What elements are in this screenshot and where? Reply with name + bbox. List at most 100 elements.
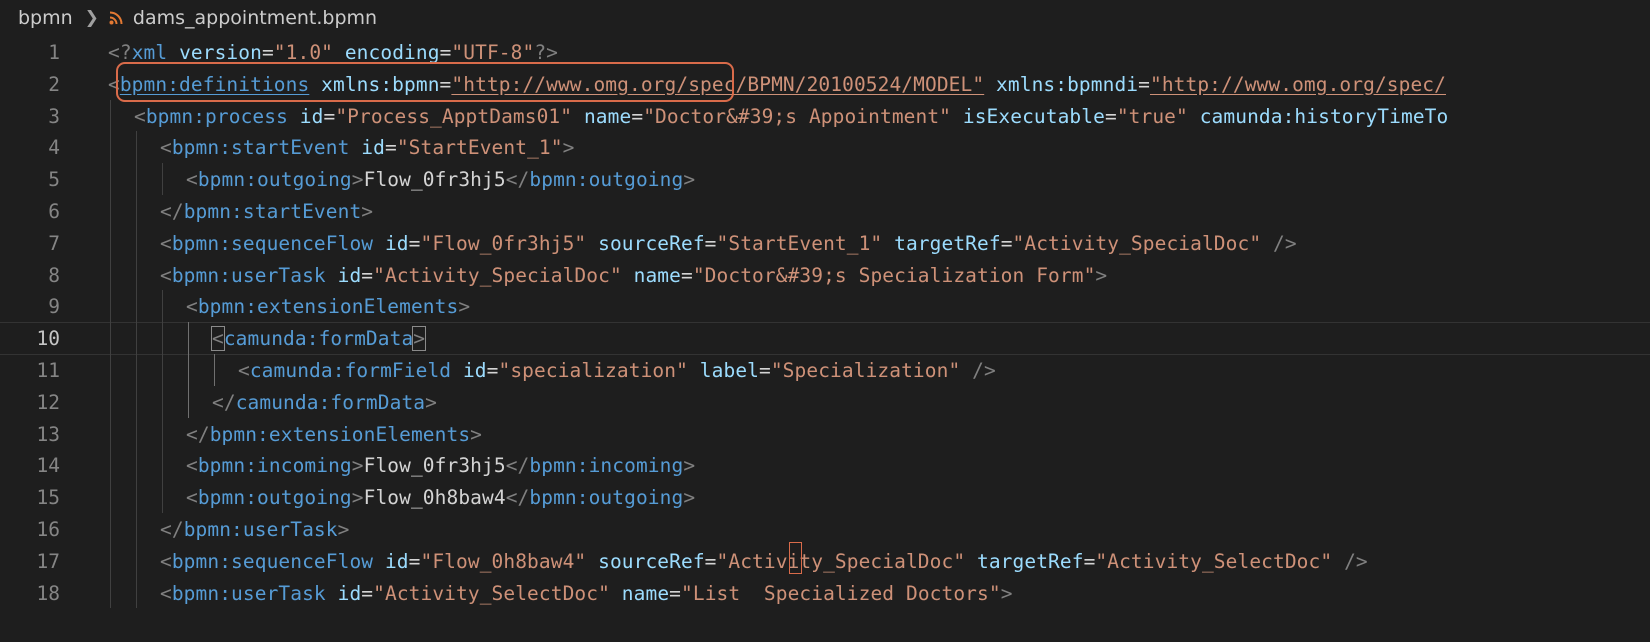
code-token: xml — [131, 41, 168, 64]
indent-guide — [136, 163, 137, 195]
indent-guide — [162, 322, 163, 354]
indent-guide — [110, 513, 111, 545]
code-token: id — [337, 581, 362, 605]
indent-guide — [136, 258, 137, 291]
code-token: = — [704, 231, 717, 255]
code-token: sourceRef — [598, 231, 705, 255]
line-number: 18 — [36, 581, 60, 605]
code-token: > — [458, 295, 471, 319]
code-token: name — [621, 581, 670, 605]
code-line[interactable]: 16 </bpmn:userTask> — [0, 513, 1650, 546]
code-text: </camunda:formData> — [212, 391, 437, 414]
code-line[interactable]: 4 <bpmn:startEvent id="StartEvent_1"> — [0, 131, 1650, 164]
code-token: id — [462, 359, 487, 382]
code-token: "http://www.omg.org/spec/ — [1149, 72, 1446, 96]
indent-guide — [162, 481, 163, 513]
code-token: > — [562, 136, 575, 160]
code-text: <bpmn:process id="Process_ApptDams01" na… — [134, 105, 1448, 128]
code-text: <camunda:formField id="specialization" l… — [238, 359, 996, 382]
code-token: <? — [108, 41, 132, 64]
code-line[interactable]: 12 </camunda:formData> — [0, 386, 1650, 419]
code-token: = — [408, 549, 421, 573]
breadcrumb-file[interactable]: dams_appointment.bpmn — [133, 7, 377, 29]
code-token: "StartEvent_1" — [396, 136, 563, 160]
code-token: bpmn:userTask — [171, 581, 326, 605]
code-editor[interactable]: 1 <?xml version="1.0" encoding="UTF-8"?> 2… — [0, 36, 1650, 642]
code-token: < — [186, 454, 198, 478]
line-number: 6 — [48, 200, 60, 223]
line-number: 16 — [36, 518, 60, 541]
code-token: "Activity_SpecialDoc" — [373, 263, 622, 287]
code-line[interactable]: 5 <bpmn:outgoing>Flow_0fr3hj5</bpmn:outgo… — [0, 163, 1650, 196]
code-token: "Activity_SpecialDoc" — [716, 549, 966, 573]
indent-guide — [162, 290, 163, 323]
code-token: sourceRef — [598, 549, 705, 573]
code-token: /> — [1344, 549, 1368, 573]
code-token: version — [179, 41, 262, 64]
indent-guide — [136, 576, 137, 609]
code-text: <camunda:formData> — [211, 326, 427, 352]
indent-guide — [188, 322, 189, 354]
code-token: "true" — [1116, 104, 1188, 128]
code-text: <bpmn:userTask id="Activity_SpecialDoc" … — [160, 264, 1107, 287]
indent-guide — [136, 385, 137, 418]
code-line[interactable]: 3 <bpmn:process id="Process_ApptDams01" n… — [0, 100, 1650, 133]
indent-guide — [110, 99, 111, 132]
code-token: = — [408, 231, 421, 255]
indent-guide — [110, 354, 111, 386]
code-text: <bpmn:sequenceFlow id="Flow_0fr3hj5" sou… — [160, 232, 1297, 255]
code-token: > — [683, 454, 696, 478]
code-line[interactable]: 7 <bpmn:sequenceFlow id="Flow_0fr3hj5" so… — [0, 227, 1650, 260]
code-token: > — [425, 390, 437, 414]
line-number: 9 — [48, 295, 60, 319]
code-token: bpmn:outgoing — [529, 168, 684, 192]
code-token: Flow_0fr3hj5 — [363, 168, 506, 192]
code-line[interactable]: 17 <bpmn:sequenceFlow id="Flow_0h8baw4" s… — [0, 545, 1650, 578]
code-token: bpmn:incoming — [529, 454, 684, 478]
code-token: > — [361, 200, 374, 223]
code-line[interactable]: 9 <bpmn:extensionElements> — [0, 290, 1650, 323]
code-token: bpmn:incoming — [197, 454, 352, 478]
code-token: /> — [972, 359, 996, 382]
code-line[interactable]: 6 </bpmn:startEvent> — [0, 195, 1650, 228]
code-token: "List Specialized Doctors" — [681, 581, 1001, 605]
indent-guide — [188, 385, 189, 418]
indent-guide — [110, 131, 111, 164]
code-token: bpmn:userTask — [183, 518, 338, 541]
indent-guide — [110, 417, 111, 450]
line-number: 11 — [36, 359, 60, 382]
code-line[interactable]: 11 <camunda:formField id="specialization"… — [0, 354, 1650, 387]
code-token: = — [704, 549, 717, 573]
code-token: bpmn:process — [145, 104, 288, 128]
code-token: = — [681, 263, 693, 287]
code-text: </bpmn:extensionElements> — [186, 423, 482, 446]
code-token: > — [1095, 263, 1108, 287]
code-token: bpmn:sequenceFlow — [171, 549, 374, 573]
code-token: > — [683, 168, 696, 192]
code-token: bpmn:startEvent — [171, 136, 350, 160]
code-line[interactable]: 18 <bpmn:userTask id="Activity_SelectDoc"… — [0, 577, 1650, 610]
code-token: < — [160, 231, 172, 255]
indent-guide — [110, 449, 111, 482]
code-line[interactable]: 14 <bpmn:incoming>Flow_0fr3hj5</bpmn:inco… — [0, 449, 1650, 482]
code-token: Flow_0fr3hj5 — [363, 454, 506, 478]
breadcrumb-folder[interactable]: bpmn — [18, 7, 73, 29]
code-line[interactable]: 10 <camunda:formData> — [0, 322, 1650, 355]
line-number: 17 — [36, 549, 60, 573]
code-line[interactable]: 15 <bpmn:outgoing>Flow_0h8baw4</bpmn:outg… — [0, 481, 1650, 514]
code-line[interactable]: 13 </bpmn:extensionElements> — [0, 418, 1650, 451]
code-line[interactable]: 8 <bpmn:userTask id="Activity_SpecialDoc"… — [0, 259, 1650, 292]
code-token: "UTF-8" — [451, 41, 535, 64]
code-token: "Specialization" — [770, 359, 961, 382]
code-token: > — [351, 454, 364, 478]
indent-guide — [162, 385, 163, 418]
